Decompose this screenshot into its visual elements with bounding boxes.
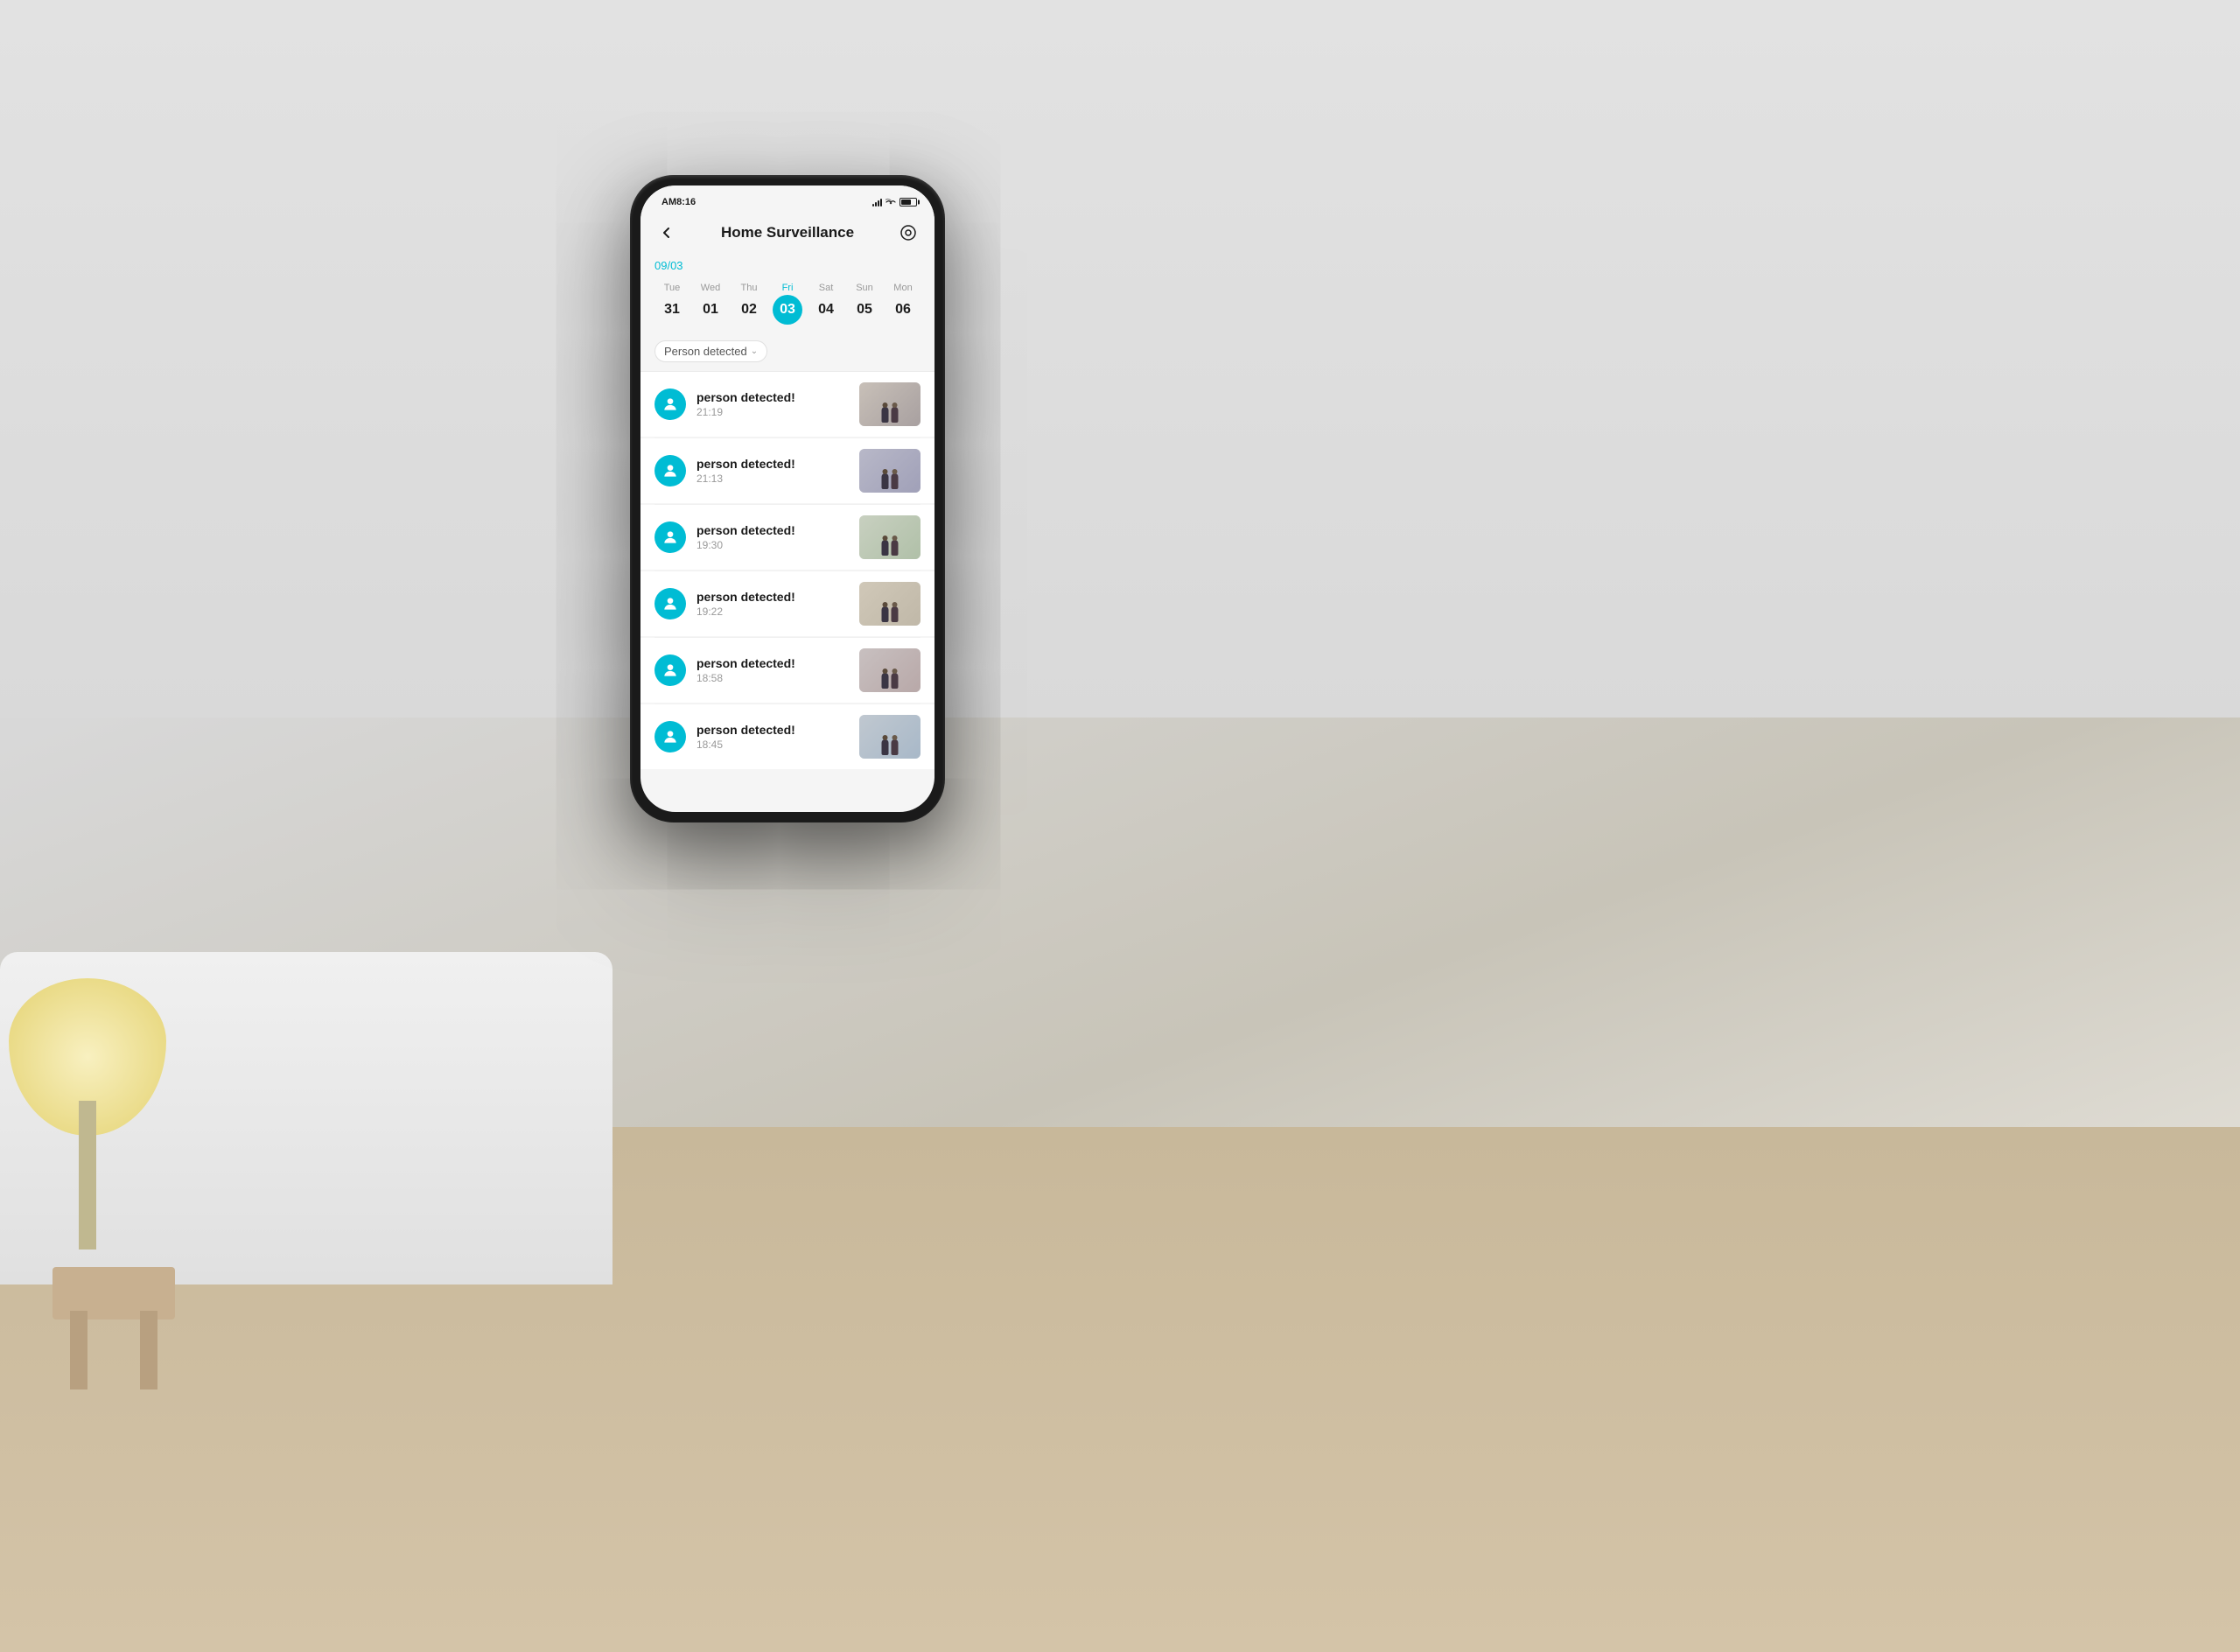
- event-icon: [654, 588, 686, 620]
- event-item[interactable]: person detected! 18:45: [640, 704, 934, 769]
- wifi-icon: [886, 197, 896, 208]
- status-time: AM8:16: [662, 197, 696, 207]
- phone-screen: AM8:16: [640, 186, 934, 812]
- day-label: Thu: [741, 283, 758, 293]
- event-icon: [654, 522, 686, 553]
- event-thumbnail: [859, 648, 920, 692]
- events-list: person detected! 21:19: [640, 372, 934, 770]
- event-item[interactable]: person detected! 21:19: [640, 372, 934, 437]
- event-thumbnail: [859, 449, 920, 493]
- event-item[interactable]: person detected! 21:13: [640, 438, 934, 503]
- day-label: Sat: [819, 283, 834, 293]
- event-time: 19:22: [696, 606, 849, 618]
- bg-lamp-base: [79, 1101, 96, 1250]
- day-number: 06: [888, 295, 918, 325]
- background: [0, 0, 2240, 1652]
- event-title: person detected!: [696, 390, 849, 404]
- event-icon: [654, 721, 686, 752]
- event-info: person detected! 21:13: [696, 457, 849, 485]
- event-item[interactable]: person detected! 19:30: [640, 505, 934, 570]
- event-thumbnail: [859, 582, 920, 626]
- day-label: Fri: [782, 283, 794, 293]
- day-number: 02: [734, 295, 764, 325]
- signal-bars-icon: [872, 198, 882, 206]
- event-icon: [654, 455, 686, 486]
- event-time: 21:19: [696, 406, 849, 418]
- event-item[interactable]: person detected! 18:58: [640, 638, 934, 703]
- filter-label: Person detected: [664, 345, 747, 358]
- filter-bar: Person detected ⌄: [640, 332, 934, 372]
- settings-button[interactable]: [896, 220, 920, 245]
- event-info: person detected! 19:30: [696, 523, 849, 551]
- app-header: Home Surveillance: [640, 214, 934, 252]
- event-icon: [654, 654, 686, 686]
- event-info: person detected! 19:22: [696, 590, 849, 618]
- event-time: 21:13: [696, 472, 849, 485]
- calendar-day-01[interactable]: Wed 01: [693, 283, 728, 325]
- event-icon: [654, 388, 686, 420]
- event-time: 18:45: [696, 738, 849, 751]
- day-label: Wed: [701, 283, 720, 293]
- day-number: 03: [773, 295, 802, 325]
- bg-table-leg: [70, 1311, 88, 1390]
- event-thumbnail: [859, 382, 920, 426]
- event-time: 18:58: [696, 672, 849, 684]
- bg-table-leg2: [140, 1311, 158, 1390]
- day-label: Tue: [664, 283, 681, 293]
- filter-button[interactable]: Person detected ⌄: [654, 340, 767, 362]
- event-title: person detected!: [696, 723, 849, 737]
- day-label: Mon: [893, 283, 912, 293]
- event-title: person detected!: [696, 656, 849, 670]
- header-title: Home Surveillance: [721, 224, 854, 242]
- event-title: person detected!: [696, 457, 849, 471]
- event-thumbnail: [859, 515, 920, 559]
- filter-arrow-icon: ⌄: [751, 346, 758, 356]
- back-button[interactable]: [654, 220, 679, 245]
- day-number: 31: [657, 295, 687, 325]
- bg-wall: [0, 0, 2240, 718]
- phone-container: AM8:16: [630, 175, 945, 822]
- event-info: person detected! 18:58: [696, 656, 849, 684]
- current-date: 09/03: [654, 259, 920, 272]
- event-item[interactable]: person detected! 19:22: [640, 571, 934, 636]
- calendar-day-04[interactable]: Sat 04: [808, 283, 844, 325]
- calendar-day-03[interactable]: Fri 03: [770, 283, 805, 325]
- date-section: 09/03 Tue 31 Wed 01 Thu 02 Fri 03 Sat 04…: [640, 252, 934, 332]
- status-bar: AM8:16: [640, 186, 934, 214]
- event-title: person detected!: [696, 523, 849, 537]
- event-title: person detected!: [696, 590, 849, 604]
- event-info: person detected! 18:45: [696, 723, 849, 751]
- phone-device: AM8:16: [630, 175, 945, 822]
- event-thumbnail: [859, 715, 920, 759]
- bg-lamp: [0, 978, 175, 1284]
- day-number: 04: [811, 295, 841, 325]
- battery-icon: [900, 198, 917, 206]
- calendar-day-31[interactable]: Tue 31: [654, 283, 690, 325]
- calendar-day-06[interactable]: Mon 06: [886, 283, 920, 325]
- day-number: 01: [696, 295, 725, 325]
- calendar-day-02[interactable]: Thu 02: [732, 283, 766, 325]
- event-time: 19:30: [696, 539, 849, 551]
- calendar-day-05[interactable]: Sun 05: [847, 283, 882, 325]
- day-label: Sun: [856, 283, 873, 293]
- calendar-strip: Tue 31 Wed 01 Thu 02 Fri 03 Sat 04 Sun 0…: [654, 279, 920, 328]
- day-number: 05: [850, 295, 879, 325]
- status-icons: [872, 197, 917, 208]
- event-info: person detected! 21:19: [696, 390, 849, 418]
